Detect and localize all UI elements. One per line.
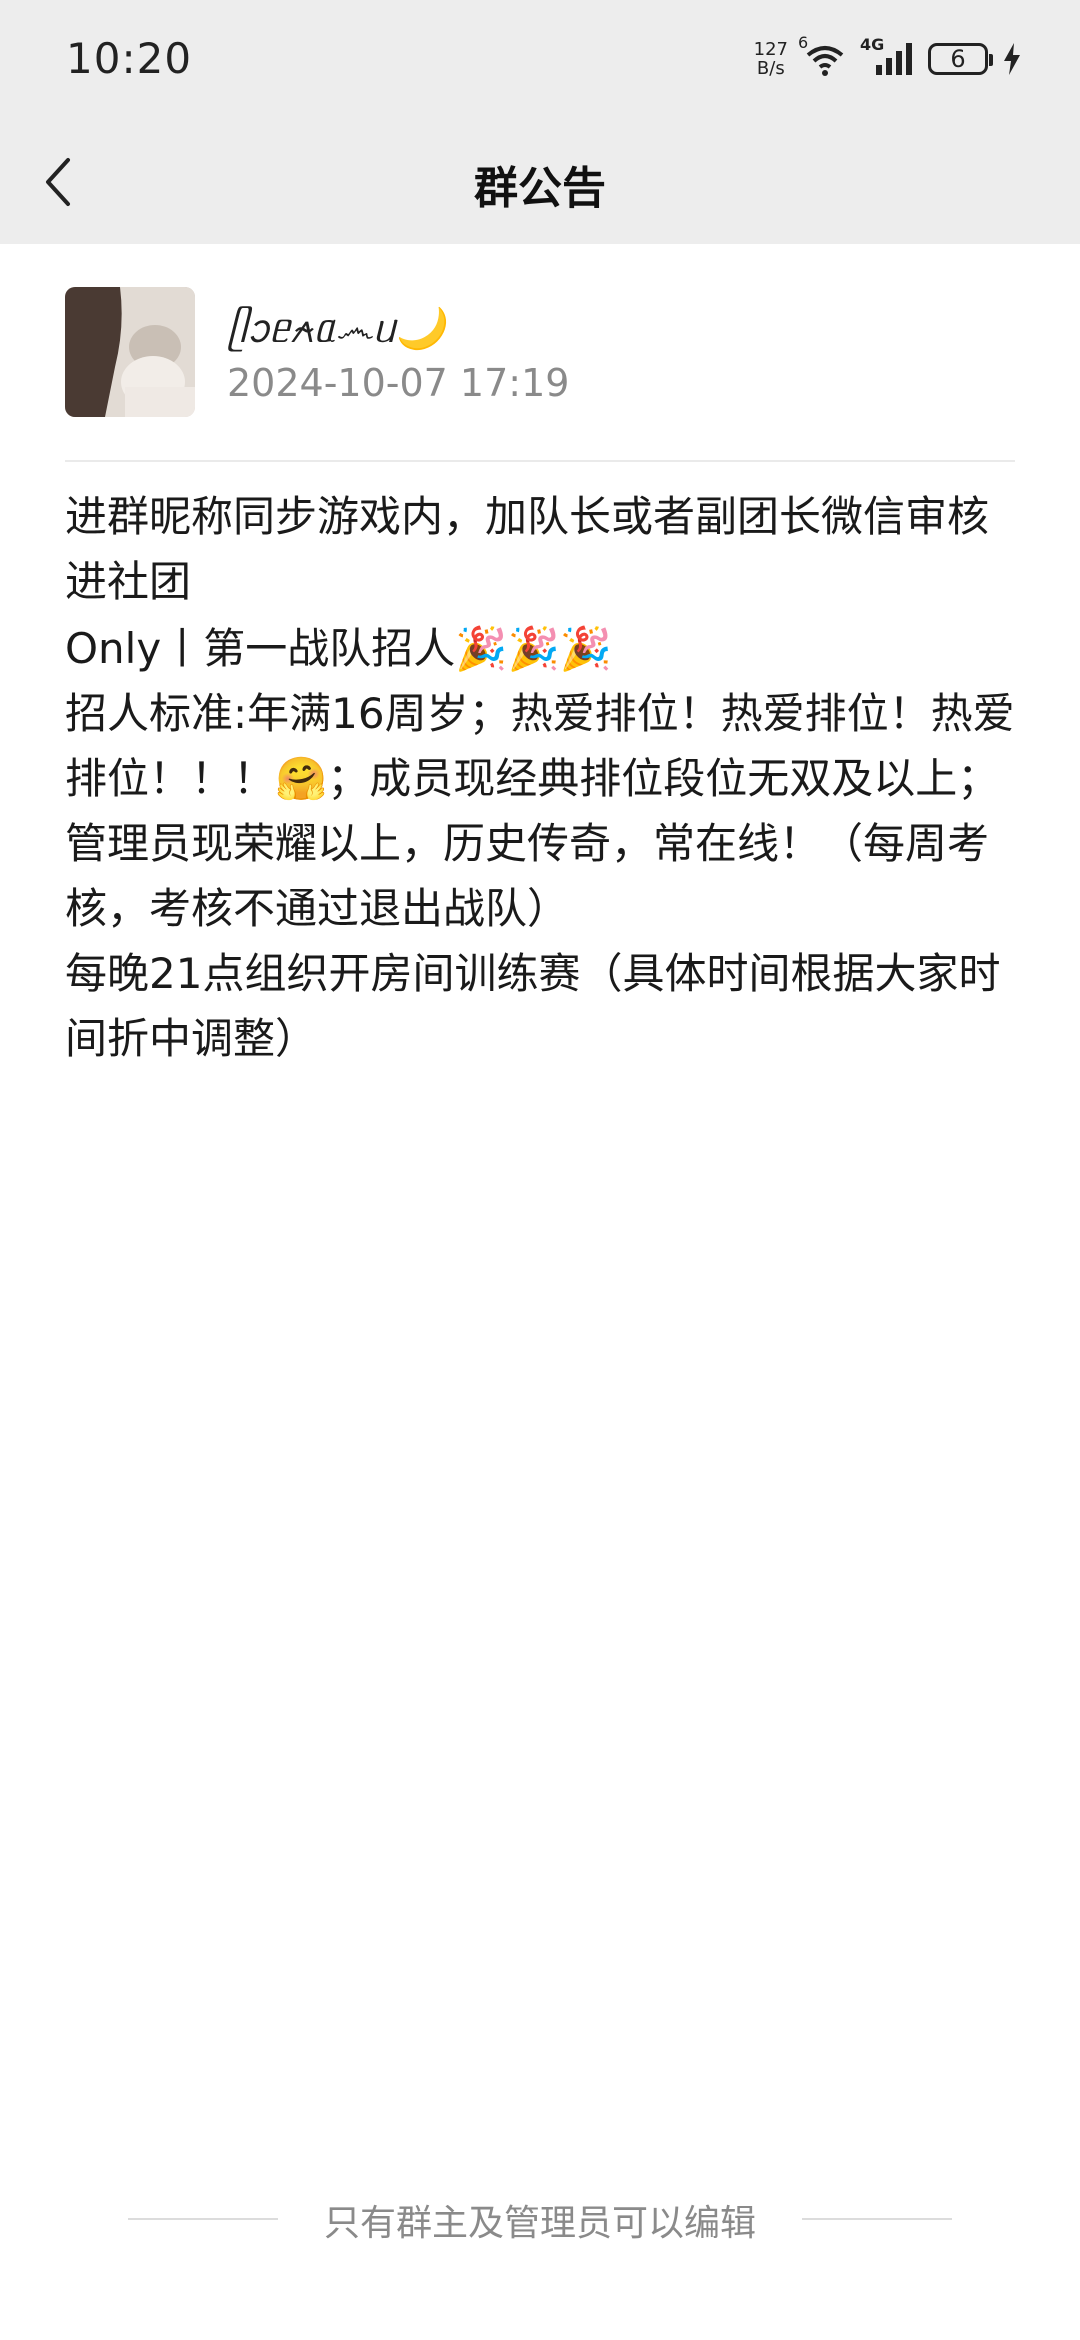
author-row: ᥫᩣᥱ⍲ᥲ෴ᥙ🌙 2024-10-07 17:19 (65, 287, 1015, 417)
nav-bar: 群公告 (0, 120, 1080, 244)
network-speed-value: 127 (753, 39, 788, 60)
footer: 只有群主及管理员可以编辑 (0, 2188, 1080, 2248)
network-speed-unit: B/s (756, 58, 785, 79)
notice-body: 进群昵称同步游戏内，加队长或者副团长微信审核进社团 Only丨第一战队招人🎉🎉🎉… (65, 484, 1015, 1071)
battery-icon: 6 (928, 43, 993, 75)
wifi-label: 6 (798, 33, 809, 52)
status-bar: 10:20 127 B/s 6 4G 6 (0, 0, 1080, 120)
divider (65, 460, 1015, 462)
footer-line-right (802, 2218, 952, 2220)
notice-line: 每晚21点组织开房间训练赛（具体时间根据大家时间折中调整） (65, 949, 1001, 1063)
page-title: 群公告 (474, 163, 606, 214)
wifi-icon: 6 (798, 33, 848, 79)
notice-line: Only丨第一战队招人🎉🎉🎉 (65, 624, 613, 673)
avatar[interactable] (65, 287, 195, 417)
announcement-content: ᥫᩣᥱ⍲ᥲ෴ᥙ🌙 2024-10-07 17:19 进群昵称同步游戏内，加队长或… (0, 244, 1080, 2340)
network-speed: 127 B/s (754, 40, 788, 78)
post-timestamp: 2024-10-07 17:19 (227, 361, 570, 405)
cell-label: 4G (860, 35, 885, 54)
author-name[interactable]: ᥫᩣᥱ⍲ᥲ෴ᥙ🌙 (227, 299, 445, 363)
notice-line: 招人标准:年满16周岁；热爱排位！热爱排位！热爱排位！！！🤗；成员现经典排位段位… (65, 689, 1015, 933)
notice-line: 进群昵称同步游戏内，加队长或者副团长微信审核进社团 (65, 492, 990, 606)
battery-level: 6 (950, 45, 966, 73)
status-time: 10:20 (66, 34, 193, 83)
charging-icon (1002, 41, 1022, 77)
cell-signal-icon: 4G (860, 35, 914, 79)
status-icons: 127 B/s 6 4G 6 (754, 33, 1022, 82)
footer-note: 只有群主及管理员可以编辑 (323, 2203, 756, 2244)
